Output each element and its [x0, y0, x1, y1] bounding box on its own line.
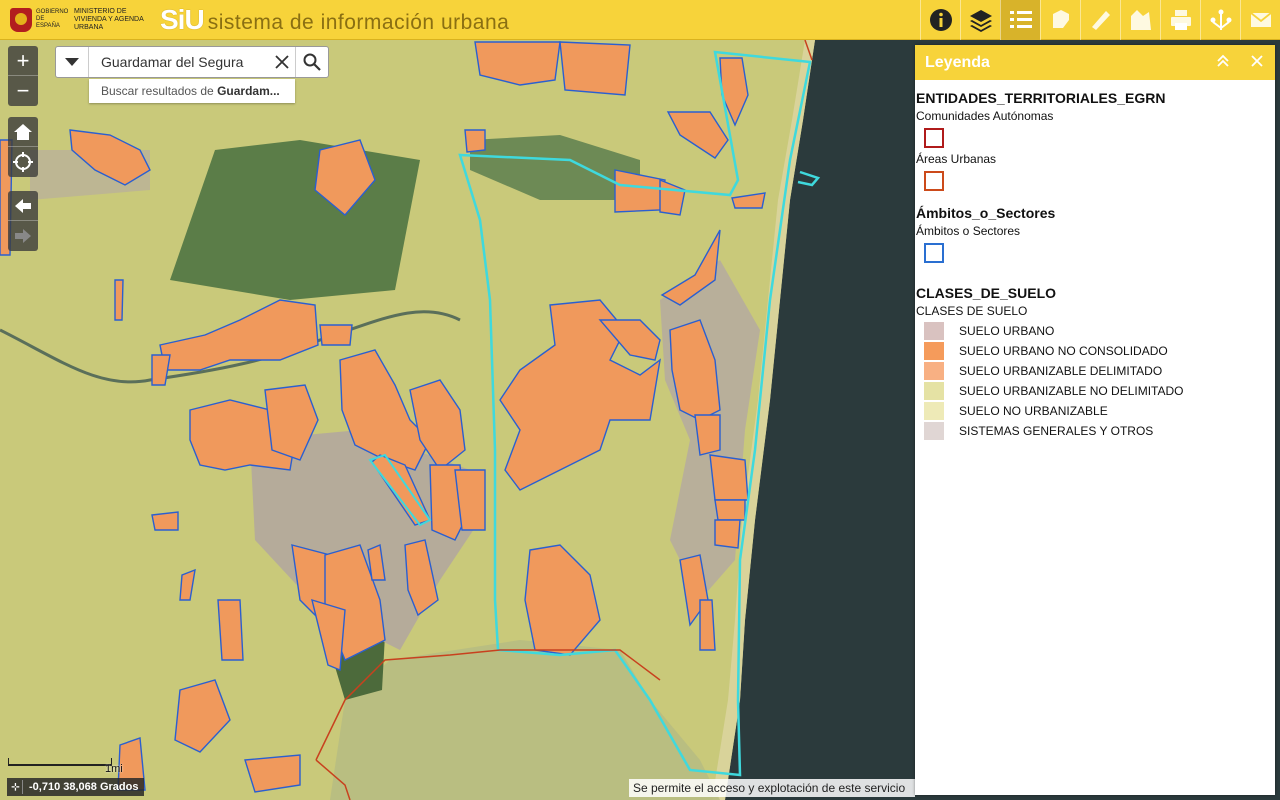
legend-item-label: Comunidades Autónomas: [916, 109, 1054, 123]
print-icon: [1170, 10, 1191, 30]
class-label: SUELO NO URBANIZABLE: [959, 404, 1108, 418]
outline-swatch-red: [924, 128, 944, 148]
coat-of-arms-icon: [10, 7, 32, 32]
double-chevron-up-icon: [1217, 54, 1229, 67]
close-legend-button[interactable]: [1249, 53, 1265, 69]
zoom-out-button[interactable]: −: [8, 76, 38, 106]
scale-bar: [8, 758, 112, 766]
search-icon: [303, 53, 321, 71]
layer-title: CLASES_DE_SUELO: [916, 285, 1057, 301]
edit-button[interactable]: [1040, 0, 1080, 40]
info-button[interactable]: [920, 0, 960, 40]
gov-label: Gobierno de España: [36, 9, 69, 29]
fill-swatch: [924, 322, 944, 340]
legend-class-row: SUELO URBANIZABLE DELIMITADO: [924, 361, 1275, 381]
search-input[interactable]: [89, 48, 269, 76]
legend-button[interactable]: [1000, 0, 1040, 40]
ministry-label: Ministerio de Vivienda y Agenda Urbana: [74, 7, 144, 31]
mail-button[interactable]: [1240, 0, 1280, 40]
locate-button[interactable]: [8, 147, 38, 177]
outline-swatch-orange: [924, 171, 944, 191]
legend-class-row: SISTEMAS GENERALES Y OTROS: [924, 421, 1275, 441]
legend-class-row: SUELO URBANO NO CONSOLIDADO: [924, 341, 1275, 361]
app-title: sistema de información urbana: [207, 10, 510, 34]
clear-search-button[interactable]: [269, 47, 295, 77]
layer-subtitle: CLASES DE SUELO: [916, 304, 1028, 318]
fill-swatch: [924, 342, 944, 360]
measure-button[interactable]: [1080, 0, 1120, 40]
measure-icon: [1091, 11, 1110, 30]
suggestion-term: Guardam...: [217, 84, 280, 98]
attribution-text: Se permite el acceso y explotación de es…: [629, 779, 915, 797]
arrow-right-icon: [15, 229, 31, 243]
collapse-legend-button[interactable]: [1215, 53, 1231, 69]
edit-icon: [1052, 10, 1069, 28]
siu-logo: SiU: [160, 3, 205, 35]
crosshair-icon: ⊹: [9, 780, 23, 794]
view-controls: [8, 117, 38, 177]
legend-class-row: SUELO NO URBANIZABLE: [924, 401, 1275, 421]
arrow-left-icon: [15, 198, 31, 213]
search-box: [55, 46, 329, 78]
bookmark-button[interactable]: [1120, 0, 1160, 40]
legend-class-row: SUELO URBANO: [924, 321, 1275, 341]
legend-item-label: Ámbitos o Sectores: [916, 224, 1021, 238]
legend-class-row: SUELO URBANIZABLE NO DELIMITADO: [924, 381, 1275, 401]
info-icon: [929, 9, 952, 31]
search-source-dropdown[interactable]: [56, 47, 89, 77]
previous-extent-button[interactable]: [8, 191, 38, 221]
scale-label: 1mi: [105, 763, 123, 775]
print-button[interactable]: [1160, 0, 1200, 40]
share-button[interactable]: [1200, 0, 1240, 40]
search-button[interactable]: [295, 47, 328, 77]
toolbar: [920, 0, 1280, 40]
legend-section-ambitos: Ámbitos_o_Sectores Ámbitos o Sectores: [916, 205, 1275, 263]
class-label: SUELO URBANO: [959, 324, 1055, 338]
home-button[interactable]: [8, 117, 38, 147]
locate-icon: [13, 152, 33, 172]
close-icon: [1251, 55, 1263, 67]
class-label: SISTEMAS GENERALES Y OTROS: [959, 424, 1154, 438]
legend-item-label: Áreas Urbanas: [916, 152, 997, 166]
next-extent-button[interactable]: [8, 221, 38, 251]
layers-icon: [969, 10, 992, 32]
zoom-in-button[interactable]: +: [8, 46, 38, 76]
government-logo[interactable]: Gobierno de España Ministerio de Viviend…: [0, 0, 152, 40]
share-icon: [1210, 9, 1231, 30]
fill-swatch: [924, 382, 944, 400]
fill-swatch: [924, 362, 944, 380]
legend-title: Leyenda: [925, 53, 990, 71]
suggestion-prefix: Buscar resultados de: [101, 84, 218, 98]
layer-title: Ámbitos_o_Sectores: [916, 205, 1056, 221]
legend-section-entidades: ENTIDADES_TERRITORIALES_EGRN Comunidades…: [916, 90, 1275, 191]
legend-header: Leyenda: [915, 45, 1275, 80]
class-label: SUELO URBANO NO CONSOLIDADO: [959, 344, 1168, 358]
mail-icon: [1249, 12, 1272, 27]
class-label: SUELO URBANIZABLE DELIMITADO: [959, 364, 1163, 378]
legend-icon: [1009, 11, 1032, 28]
outline-swatch-blue: [924, 243, 944, 263]
zoom-controls: + −: [8, 46, 38, 106]
close-icon: [275, 55, 289, 69]
coordinate-display[interactable]: ⊹ -0,710 38,068 Grados: [7, 778, 145, 796]
legend-section-clases: CLASES_DE_SUELO CLASES DE SUELO SUELO UR…: [916, 285, 1275, 441]
coordinate-text: -0,710 38,068 Grados: [29, 781, 139, 793]
chevron-down-icon: [65, 58, 79, 66]
fill-swatch: [924, 422, 944, 440]
home-icon: [14, 123, 32, 140]
legend-panel: Leyenda ENTIDADES_TERRITORIALES_EGRN Com…: [915, 45, 1275, 795]
siu-brand[interactable]: SiU sistema de información urbana: [160, 4, 509, 36]
bookmark-icon: [1130, 10, 1151, 30]
history-controls: [8, 191, 38, 251]
layers-button[interactable]: [960, 0, 1000, 40]
fill-swatch: [924, 402, 944, 420]
layer-title: ENTIDADES_TERRITORIALES_EGRN: [916, 90, 1166, 106]
legend-body: ENTIDADES_TERRITORIALES_EGRN Comunidades…: [915, 80, 1275, 441]
app-header: Gobierno de España Ministerio de Viviend…: [0, 0, 1280, 40]
search-suggestion[interactable]: Buscar resultados de Guardam...: [89, 79, 295, 103]
class-label: SUELO URBANIZABLE NO DELIMITADO: [959, 384, 1184, 398]
